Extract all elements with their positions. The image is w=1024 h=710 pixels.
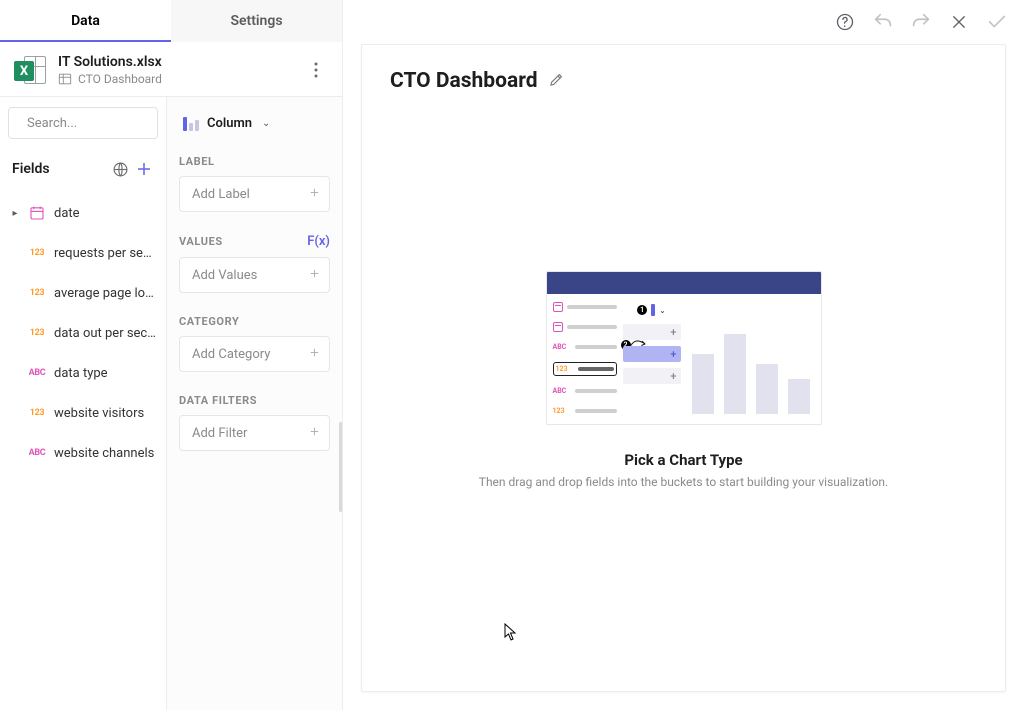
confirm-button[interactable] <box>984 9 1010 35</box>
bucket-values-title: VALUES <box>179 235 223 248</box>
redo-button[interactable] <box>908 9 934 35</box>
more-vertical-icon <box>314 62 318 78</box>
plus-icon <box>308 346 321 363</box>
undo-icon <box>872 11 894 33</box>
globe-icon <box>112 161 129 178</box>
dropzone-placeholder: Add Label <box>192 187 250 202</box>
search-input-wrapper[interactable] <box>8 107 158 139</box>
fields-column: Fields ▸ date <box>0 97 167 710</box>
instruction-subtitle: Then drag and drop fields into the bucke… <box>479 475 888 489</box>
chevron-right-icon[interactable]: ▸ <box>10 208 20 219</box>
chevron-down-icon: ⌄ <box>262 118 270 129</box>
field-label: website visitors <box>54 406 162 421</box>
field-website-channels[interactable]: ABC website channels <box>0 433 166 473</box>
bucket-filters-dropzone[interactable]: Add Filter <box>179 415 330 451</box>
manage-fields-button[interactable] <box>108 157 132 181</box>
plus-icon <box>308 186 321 203</box>
bucket-values-dropzone[interactable]: Add Values <box>179 257 330 293</box>
plus-icon <box>135 160 153 178</box>
illustration: ABC 123 ABC 123 1 ⌄ <box>546 271 822 425</box>
fx-button[interactable]: F(x) <box>307 234 330 249</box>
dropzone-placeholder: Add Values <box>192 268 257 283</box>
bucket-values: VALUES F(x) Add Values <box>167 228 342 295</box>
field-label: data out per sec… <box>54 326 162 341</box>
chart-type-selector[interactable]: Column ⌄ <box>177 107 332 139</box>
main-area: CTO Dashboard ABC <box>343 0 1024 710</box>
edit-title-button[interactable] <box>548 71 565 92</box>
close-button[interactable] <box>946 9 972 35</box>
chart-type-label: Column <box>207 116 252 131</box>
field-label: website channels <box>54 446 162 461</box>
pencil-icon <box>548 71 565 88</box>
field-data-out-per-sec[interactable]: 123 data out per sec… <box>0 313 166 353</box>
dashboard-canvas: CTO Dashboard ABC <box>361 44 1006 692</box>
bucket-filters-title: DATA FILTERS <box>179 394 257 407</box>
plus-icon <box>308 425 321 442</box>
top-toolbar <box>343 0 1024 44</box>
table-icon <box>58 72 72 86</box>
text-type-icon: ABC <box>26 448 48 458</box>
instruction-title: Pick a Chart Type <box>624 451 742 469</box>
text-type-icon: ABC <box>26 368 48 378</box>
data-source-sheet: CTO Dashboard <box>78 72 162 86</box>
field-website-visitors[interactable]: 123 website visitors <box>0 393 166 433</box>
left-columns: Fields ▸ date <box>0 96 342 710</box>
field-requests-per-sec[interactable]: 123 requests per se… <box>0 233 166 273</box>
plus-icon <box>308 267 321 284</box>
dropzone-placeholder: Add Category <box>192 347 270 362</box>
number-type-icon: 123 <box>26 408 48 418</box>
dropzone-placeholder: Add Filter <box>192 426 247 441</box>
field-average-page-load[interactable]: 123 average page lo… <box>0 273 166 313</box>
bucket-label-dropzone[interactable]: Add Label <box>179 176 330 212</box>
excel-icon: X <box>14 54 46 86</box>
tab-active-indicator <box>0 40 171 42</box>
close-icon <box>950 13 968 31</box>
field-label: data type <box>54 366 162 381</box>
redo-icon <box>910 11 932 33</box>
left-panel: Data Settings X IT Solutions.xlsx CTO Da… <box>0 0 343 710</box>
fields-header: Fields <box>0 149 166 193</box>
tab-data[interactable]: Data <box>0 0 171 42</box>
undo-button[interactable] <box>870 9 896 35</box>
illustration-chart-icon <box>681 294 821 424</box>
number-type-icon: 123 <box>26 248 48 258</box>
bucket-label-title: LABEL <box>179 155 215 168</box>
add-field-button[interactable] <box>132 157 156 181</box>
scrollbar-handle[interactable] <box>339 422 342 512</box>
fields-header-title: Fields <box>12 161 108 177</box>
column-chart-icon <box>183 115 199 131</box>
number-type-icon: 123 <box>26 288 48 298</box>
tab-settings-label: Settings <box>230 13 282 29</box>
help-icon <box>835 12 855 32</box>
data-source-menu-button[interactable] <box>304 58 328 82</box>
bucket-category: CATEGORY Add Category <box>167 309 342 374</box>
fields-list: ▸ date 123 requests per se… 123 <box>0 193 166 710</box>
dashboard-title: CTO Dashboard <box>390 69 538 93</box>
tab-settings[interactable]: Settings <box>171 0 342 42</box>
field-label: average page lo… <box>54 286 162 301</box>
buckets-column: Column ⌄ LABEL Add Label <box>167 97 342 710</box>
date-type-icon <box>26 205 48 221</box>
data-source-row: X IT Solutions.xlsx CTO Dashboard <box>0 42 342 96</box>
data-source-filename: IT Solutions.xlsx <box>58 54 304 70</box>
tab-bar: Data Settings <box>0 0 342 42</box>
field-data-type[interactable]: ABC data type <box>0 353 166 393</box>
help-button[interactable] <box>832 9 858 35</box>
tab-data-label: Data <box>71 13 100 29</box>
field-label: date <box>54 206 162 221</box>
bucket-category-title: CATEGORY <box>179 315 239 328</box>
bucket-label: LABEL Add Label <box>167 149 342 214</box>
check-icon <box>986 11 1008 33</box>
data-source-meta: IT Solutions.xlsx CTO Dashboard <box>58 54 304 86</box>
field-date[interactable]: ▸ date <box>0 193 166 233</box>
field-label: requests per se… <box>54 246 162 261</box>
number-type-icon: 123 <box>26 328 48 338</box>
bucket-filters: DATA FILTERS Add Filter <box>167 388 342 453</box>
mouse-cursor-icon <box>504 623 518 641</box>
bucket-category-dropzone[interactable]: Add Category <box>179 336 330 372</box>
empty-state: ABC 123 ABC 123 1 ⌄ <box>390 93 977 667</box>
